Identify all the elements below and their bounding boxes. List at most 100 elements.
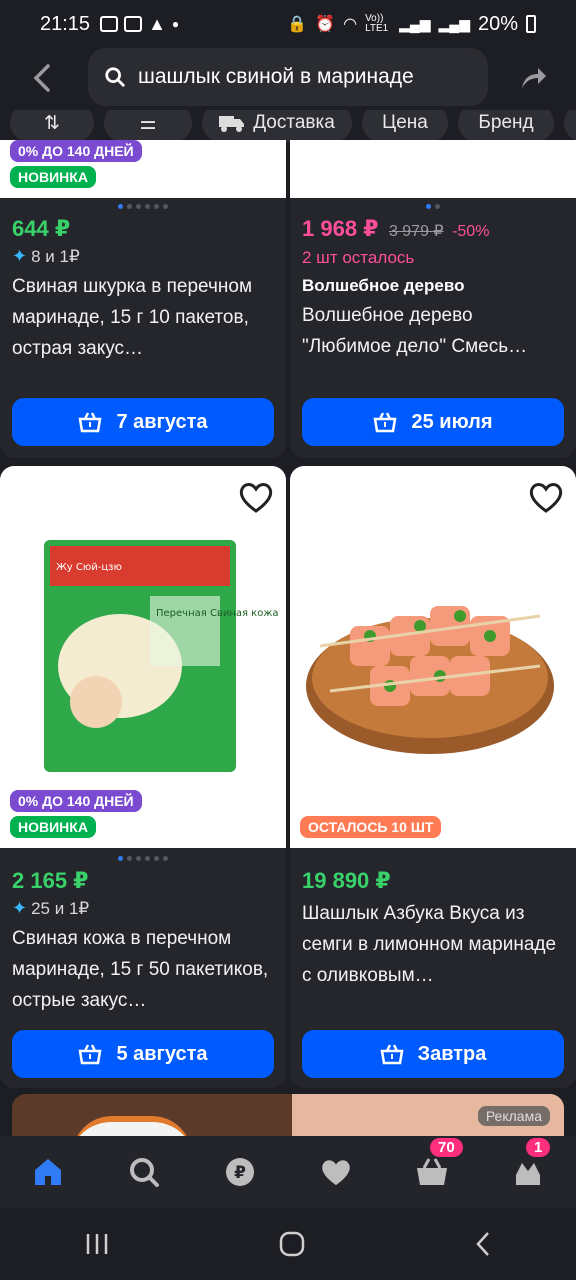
gallery-icon	[100, 16, 119, 32]
lock-icon: 🔒	[287, 16, 308, 33]
package-label-right: Перечная Свиная кожа	[156, 608, 278, 619]
filters-icon: ⚌	[139, 112, 157, 134]
truck-icon	[219, 116, 245, 132]
image-dots	[0, 204, 286, 209]
status-bar: 21:15 ▲ ● 🔒 ⏰ ◠ Vo)) LTE1 ▂▄▆ ▂▄▆ 20%	[0, 0, 576, 48]
bottom-navigation: ₽ 70 1	[0, 1136, 576, 1208]
badge-list: 0% ДО 140 ДНЕЙ НОВИНКА	[10, 140, 142, 188]
price-label: Цена	[382, 112, 428, 133]
add-to-cart-button[interactable]: Завтра	[302, 1030, 564, 1078]
bonus-star-icon: ✦	[12, 898, 28, 918]
home-circle-icon[interactable]	[278, 1230, 306, 1258]
dot-icon: ●	[171, 17, 180, 31]
add-to-cart-button[interactable]: 5 августа	[12, 1030, 274, 1078]
card-body: 19 890 ₽ Шашлык Азбука Вкуса из семги в …	[302, 868, 564, 991]
back-button[interactable]	[28, 60, 58, 96]
delivery-date: 5 августа	[116, 1042, 208, 1065]
salmon-skewers-image	[306, 606, 554, 754]
nav-finance[interactable]: ₽	[220, 1152, 260, 1192]
home-icon	[35, 1159, 61, 1185]
delivery-label: Доставка	[253, 112, 335, 133]
favorite-heart-icon[interactable]	[528, 480, 564, 514]
bonus-row: ✦ 8 и 1₽	[12, 246, 274, 267]
share-icon	[522, 68, 546, 88]
profile-icon	[516, 1163, 540, 1185]
search-icon	[105, 67, 125, 87]
svg-text:₽: ₽	[234, 1163, 246, 1183]
status-time: 21:15	[40, 12, 91, 35]
alarm-icon: ⏰	[315, 16, 336, 33]
delivery-date: 7 августа	[116, 410, 208, 433]
ad-banner[interactable]: Реклама	[12, 1094, 564, 1136]
search-input[interactable]: шашлык свиной в маринаде	[88, 48, 488, 106]
product-price: 644 ₽	[12, 216, 71, 241]
search-header: шашлык свиной в маринаде	[0, 48, 576, 110]
product-card[interactable]: 1 968 ₽ 3 979 ₽ -50% 2 шт осталось Волше…	[290, 140, 576, 458]
basket-icon	[417, 1158, 447, 1185]
nav-favorites[interactable]	[316, 1152, 356, 1192]
add-to-cart-button[interactable]: 7 августа	[12, 398, 274, 446]
search-icon	[130, 1158, 159, 1187]
brand-chip[interactable]: Бренд	[458, 110, 554, 142]
old-price: 3 979 ₽	[388, 223, 444, 240]
ad-plate-image	[72, 1116, 192, 1136]
ruble-coin-icon: ₽	[226, 1158, 254, 1186]
cart-count-badge: 70	[430, 1138, 463, 1157]
add-to-cart-button[interactable]: 25 июля	[302, 398, 564, 446]
battery-percent: 20%	[477, 12, 518, 35]
notification-icons: ▲ ●	[100, 14, 179, 35]
new-badge: НОВИНКА	[10, 816, 96, 838]
basket-icon	[78, 1044, 102, 1065]
product-title: Волшебное дерево "Любимое дело" Смесь…	[302, 305, 528, 357]
more-chip[interactable]: I	[564, 110, 576, 142]
delivery-date: 25 июля	[411, 410, 493, 433]
profile-count-badge: 1	[526, 1138, 551, 1157]
recent-apps-icon[interactable]	[83, 1232, 111, 1256]
product-price: 19 890 ₽	[302, 868, 391, 893]
bonus-star-icon: ✦	[12, 246, 28, 266]
ad-label: Реклама	[477, 1106, 550, 1126]
price-chip[interactable]: Цена	[362, 110, 448, 142]
nav-cart[interactable]: 70	[412, 1138, 463, 1192]
wifi-icon: ◠	[343, 16, 358, 33]
signal-icon-2: ▂▄▆	[438, 15, 470, 32]
sort-chip[interactable]: ⇅	[10, 110, 94, 142]
nav-profile[interactable]: 1	[508, 1138, 551, 1192]
price-row: 1 968 ₽ 3 979 ₽ -50%	[302, 216, 564, 242]
badge-list: 0% ДО 140 ДНЕЙ НОВИНКА	[10, 790, 142, 838]
card-body: 1 968 ₽ 3 979 ₽ -50% 2 шт осталось Волше…	[302, 216, 564, 362]
nav-home[interactable]	[28, 1152, 68, 1192]
favorite-heart-icon[interactable]	[238, 480, 274, 514]
product-image	[290, 466, 576, 848]
battery-icon	[526, 15, 536, 33]
caption-icon	[124, 16, 143, 32]
chevron-left-icon	[33, 64, 50, 92]
nav-catalog[interactable]	[124, 1152, 164, 1192]
filters-chip[interactable]: ⚌	[104, 110, 192, 142]
bonus-row: ✦ 25 и 1₽	[12, 898, 274, 919]
delivery-date: Завтра	[417, 1042, 487, 1065]
share-button[interactable]	[518, 62, 548, 92]
signal-icon: ▂▄▆	[399, 15, 431, 32]
product-price: 2 165 ₽	[12, 868, 89, 893]
product-card[interactable]: ОСТАЛОСЬ 10 ШТ 19 890 ₽ Шашлык Азбука Вк…	[290, 466, 576, 1088]
brand-name: Волшебное дерево	[302, 276, 465, 295]
delivery-chip[interactable]: Доставка	[202, 110, 352, 142]
basket-icon	[373, 412, 397, 433]
product-card[interactable]: 0% ДО 140 ДНЕЙ НОВИНКА 644 ₽ ✦ 8 и 1₽ Сви…	[0, 140, 286, 458]
product-title: Свиная шкурка в перечном маринаде, 15 г …	[12, 276, 253, 359]
heart-icon	[322, 1160, 350, 1186]
bonus-text: 25 и 1₽	[31, 898, 90, 918]
network-label: Vo)) LTE1	[365, 13, 389, 34]
basket-icon	[78, 412, 102, 433]
product-card[interactable]: Жу Сюй-цзю Перечная Свиная кожа 0% ДО 14…	[0, 466, 286, 1088]
card-body: 2 165 ₽ ✦ 25 и 1₽ Свиная кожа в перечном …	[12, 868, 274, 1016]
back-icon[interactable]	[473, 1230, 493, 1258]
sort-icon: ⇅	[44, 112, 60, 134]
product-title: Шашлык Азбука Вкуса из семги в лимонном …	[302, 903, 557, 986]
new-badge: НОВИНКА	[10, 166, 96, 188]
badge-list: ОСТАЛОСЬ 10 ШТ	[300, 816, 442, 838]
basket-icon	[380, 1044, 404, 1065]
card-body: 644 ₽ ✦ 8 и 1₽ Свиная шкурка в перечном м…	[12, 216, 274, 364]
image-dots	[290, 204, 576, 209]
